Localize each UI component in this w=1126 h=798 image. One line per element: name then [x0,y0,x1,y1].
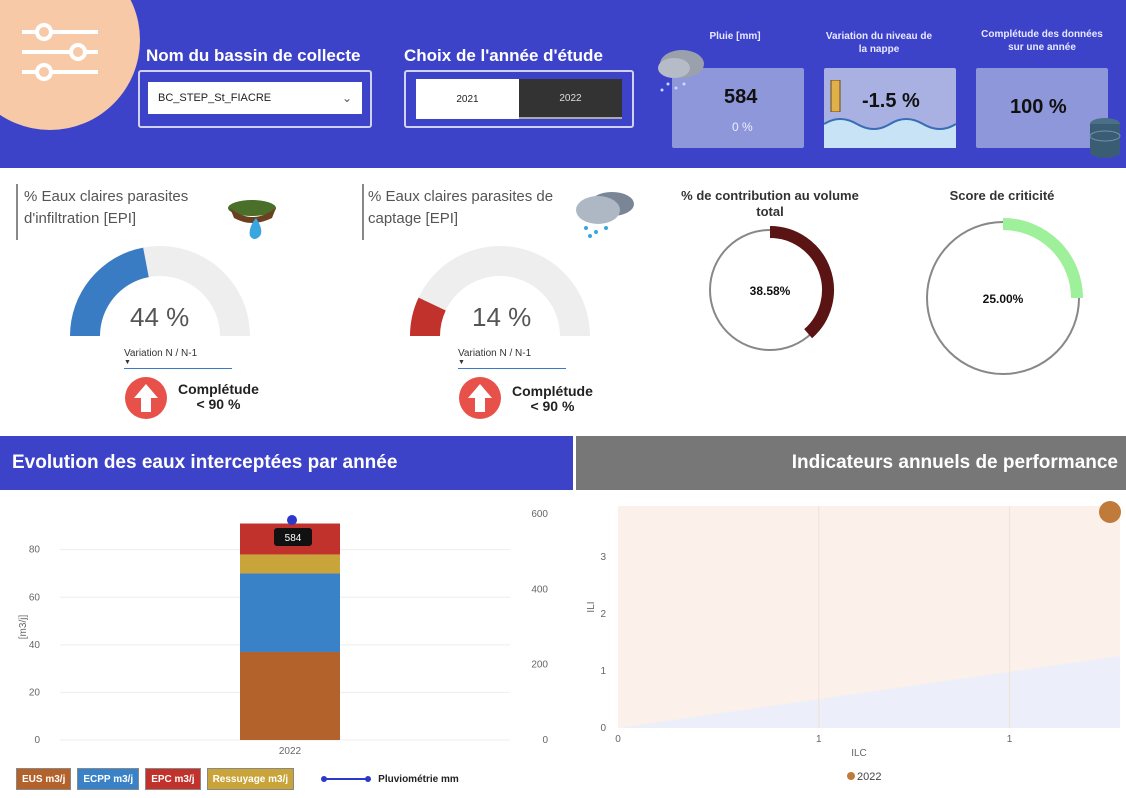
indicateurs-banner: Indicateurs annuels de performance [576,436,1126,490]
evolution-banner: Evolution des eaux interceptées par anné… [0,436,573,490]
infiltration-title: % Eaux claires parasites d'infiltration … [24,188,189,227]
legend-ressuyage[interactable]: Ressuyage m3/j [206,768,295,790]
completude-label: Complétude [178,381,259,397]
rain-value: 584 [724,86,758,108]
nappe-card: -1.5 % [824,68,956,148]
rain-cloud-icon [658,50,704,92]
chart-legend: EUS m3/j ECPP m3/j EPC m3/j Ressuyage m3… [16,768,459,790]
variation-label: Variation N / N-1 [124,348,198,359]
y-tick-label: 1 [600,666,606,677]
completude-value: 100 % [1010,96,1067,118]
infiltration-value: 44 % [130,302,190,332]
filters-icon[interactable] [18,18,102,88]
infiltration-variation[interactable]: Variation N / N-1 ▼ [124,348,232,369]
infiltration-completude: Complétude < 90 % [178,382,259,412]
legend-label: 2022 [857,771,881,783]
divider [16,184,18,240]
nappe-title: Variation du niveau de la nappe [825,31,933,55]
y-tick-label: 60 [29,592,41,603]
x-tick-label: 2022 [279,746,302,757]
year-option-2022[interactable]: 2022 [519,79,622,119]
x-tick-label: 1 [816,734,822,745]
legend-eus[interactable]: EUS m3/j [16,768,72,790]
y2-tick-label: 400 [531,584,548,595]
year-option-2021[interactable]: 2021 [416,79,519,119]
database-icon [1089,118,1121,158]
basin-selector: BC_STEP_St_FIACRE ⌄ [138,70,372,128]
chevron-down-icon: ⌄ [341,91,352,105]
divider [362,184,364,240]
basin-label: Nom du bassin de collecte [146,46,361,65]
y-axis-label: [m3/j] [18,615,29,640]
bar-segment [240,573,340,652]
contribution-donut: 38.58% [709,226,834,351]
bar-segment [240,554,340,574]
arrow-up-icon [125,377,167,419]
data-point [1099,501,1121,523]
captage-value: 14 % [472,302,532,332]
y-tick-label: 40 [29,640,41,651]
legend-pluviometrie[interactable]: Pluviométrie mm [378,774,459,785]
criticite-value: 25.00% [983,292,1024,306]
donut-fill [769,226,834,339]
captage-variation[interactable]: Variation N / N-1 ▼ [458,348,566,369]
y-tick-label: 0 [34,735,40,746]
captage-title: % Eaux claires parasites de captage [EPI… [368,188,554,227]
y-tick-label: 0 [600,723,606,734]
completude-threshold: < 90 % [196,396,241,412]
y-tick-label: 2 [600,609,606,620]
y2-tick-label: 200 [531,660,548,671]
x-tick-label: 1 [1007,734,1013,745]
year-label: Choix de l'année d'étude [404,46,603,65]
criticite-title: Score de criticité [949,188,1055,203]
arrow-up-icon [459,377,501,419]
y-tick-label: 20 [29,687,41,698]
variation-label: Variation N / N-1 [458,348,532,359]
performance-chart: 0 1 2 3 0 1 1 ILC ILI 2022 [586,501,1121,783]
evolution-title: Evolution des eaux interceptées par anné… [12,452,398,473]
x-axis-label: ILC [851,748,867,759]
criticite-donut: 25.00% [926,218,1083,375]
x-tick-label: 0 [615,734,621,745]
legend-ecpp[interactable]: ECPP m3/j [77,768,140,790]
basin-dropdown[interactable]: BC_STEP_St_FIACRE ⌄ [148,82,362,114]
water-wave-icon [824,118,956,148]
indicateurs-title: Indicateurs annuels de performance [791,452,1118,473]
rain-cloud-icon [576,192,634,238]
basin-value: BC_STEP_St_FIACRE [158,92,272,104]
y2-tick-label: 600 [531,509,548,520]
contribution-title: % de contribution au volume total [681,188,859,219]
legend-epc[interactable]: EPC m3/j [145,768,201,790]
completude-threshold: < 90 % [530,398,575,414]
pluviometrie-point [287,515,297,526]
contribution-value: 38.58% [750,284,791,298]
y2-tick-label: 0 [542,735,548,746]
data-label: 584 [285,533,302,544]
year-selector: 2021 2022 [404,70,634,128]
completude-title: Complétude des données sur une année [981,29,1103,53]
donut-fill [1002,218,1083,299]
completude-label: Complétude [512,383,593,399]
bar-segment [240,651,340,740]
legend-marker [847,772,855,780]
rain-sub: 0 % [732,120,753,134]
ruler-icon [830,80,841,112]
y-axis-label: ILI [586,601,597,612]
captage-completude: Complétude < 90 % [512,384,593,414]
y-tick-label: 3 [600,552,606,563]
y-tick-label: 80 [29,545,41,556]
nappe-value: -1.5 % [862,90,920,112]
evolution-chart: 0 20 40 60 80 0 200 400 600 [m3/j] 2022 584 [18,509,548,757]
legend-line-marker [321,776,372,782]
